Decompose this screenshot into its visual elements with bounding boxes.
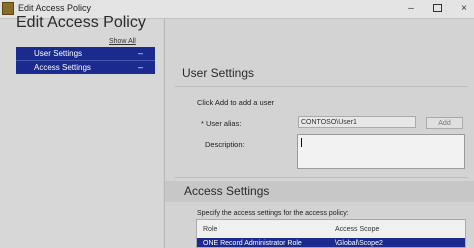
add-user-hint: Click Add to add a user [197, 98, 275, 107]
access-settings-table: Role Access Scope ONE Record Administrat… [196, 219, 466, 248]
user-alias-field[interactable]: CONTOSO\User1 [298, 116, 416, 128]
close-button[interactable]: × [456, 2, 472, 15]
sidebar-item-access-settings[interactable]: Access Settings – [16, 60, 155, 74]
collapse-icon[interactable]: – [138, 61, 143, 74]
text-caret [301, 138, 302, 147]
sidebar-item-user-settings[interactable]: User Settings – [16, 47, 155, 60]
maximize-button[interactable] [429, 2, 445, 15]
user-settings-heading: User Settings [182, 66, 255, 80]
page-title: Edit Access Policy [16, 14, 146, 31]
maximize-icon [432, 4, 442, 13]
minimize-button[interactable]: – [403, 2, 419, 15]
column-header-access-scope[interactable]: Access Scope [335, 226, 379, 233]
add-user-button[interactable]: Add [426, 117, 463, 129]
description-field[interactable] [297, 134, 465, 169]
access-scope-cell: \Global\Scope2 [335, 240, 383, 247]
collapse-icon[interactable]: – [138, 47, 143, 60]
show-all-link[interactable]: Show All [109, 38, 136, 45]
section-divider [175, 177, 468, 178]
description-label: Description: [205, 140, 245, 149]
section-divider [175, 86, 468, 87]
table-row[interactable]: ONE Record Administrator Role \Global\Sc… [197, 238, 465, 247]
column-header-role[interactable]: Role [203, 226, 217, 233]
access-settings-instruction: Specify the access settings for the acce… [197, 210, 349, 217]
role-cell: ONE Record Administrator Role [203, 240, 302, 247]
app-icon [2, 2, 14, 15]
user-alias-label: * User alias: [201, 119, 242, 128]
access-settings-heading: Access Settings [184, 184, 270, 198]
window-title: Edit Access Policy [18, 3, 92, 13]
sidebar-item-label: User Settings [34, 49, 83, 58]
sidebar-item-label: Access Settings [34, 63, 91, 72]
